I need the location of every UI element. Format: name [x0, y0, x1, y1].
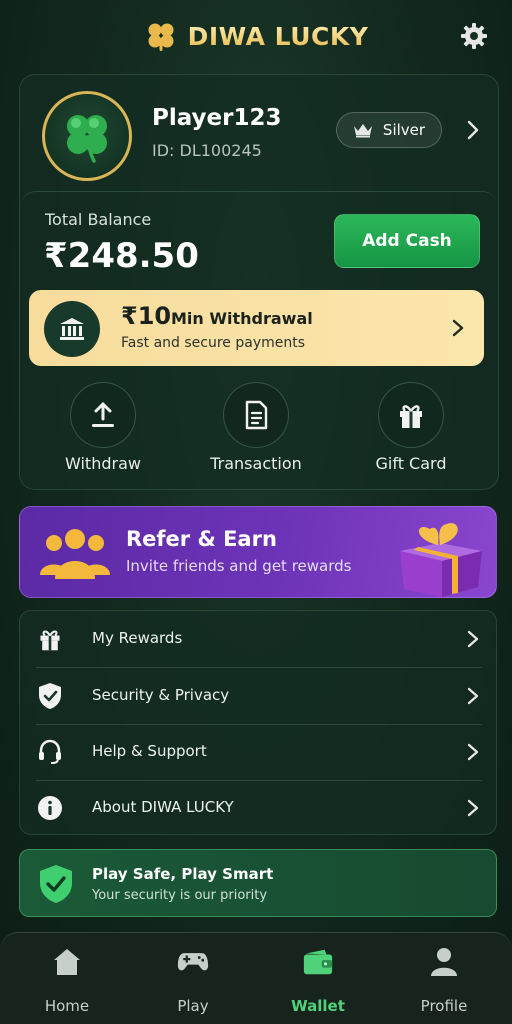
bottom-nav: Home Play Wallet Profile: [0, 932, 512, 1024]
shield-icon-wrap: [36, 682, 64, 710]
nav-label: Profile: [420, 997, 468, 1015]
info-icon: [38, 796, 62, 820]
crown-icon: [353, 124, 372, 138]
menu-label: Security & Privacy: [92, 686, 230, 704]
gift-card-label: Gift Card: [375, 454, 447, 473]
chevron-right-icon: [467, 799, 479, 817]
gift-card-icon-circle: [378, 382, 444, 448]
clover-icon: [148, 23, 174, 51]
nav-label: Home: [44, 997, 90, 1015]
refer-title: Refer & Earn: [126, 527, 277, 551]
menu-item-help-support[interactable]: Help & Support: [20, 724, 498, 780]
withdraw-icon-circle: [70, 382, 136, 448]
shield-check-icon: [39, 683, 61, 709]
app-title: DIWA LUCKY: [187, 21, 369, 51]
min-withdrawal-title: Min Withdrawal: [171, 309, 313, 328]
gift-icon: [40, 630, 60, 651]
chevron-right-icon: [467, 743, 479, 761]
menu-label: About DIWA LUCKY: [92, 798, 234, 816]
app-header: DIWA LUCKY: [0, 0, 512, 72]
gift-box-icon: [400, 523, 482, 597]
people-icon: [40, 529, 110, 579]
min-withdrawal-subtitle: Fast and secure payments: [121, 335, 306, 351]
refer-earn-banner[interactable]: Refer & Earn Invite friends and get rewa…: [19, 506, 497, 598]
transaction-label: Transaction: [210, 454, 302, 473]
user-icon-wrap: [428, 945, 460, 979]
info-icon-wrap: [36, 794, 64, 822]
settings-button[interactable]: [458, 20, 490, 52]
gamepad-icon-wrap: [177, 945, 209, 979]
withdraw-label: Withdraw: [65, 454, 141, 473]
document-icon: [245, 400, 268, 430]
min-withdrawal-amount: ₹10: [121, 302, 172, 330]
nav-label: Play: [177, 997, 209, 1015]
clover-icon: [67, 115, 107, 163]
avatar[interactable]: [42, 91, 132, 181]
gear-icon: [461, 23, 487, 49]
menu-label: My Rewards: [92, 629, 183, 647]
headset-icon: [39, 739, 61, 764]
home-icon-wrap: [51, 945, 83, 979]
bank-icon-badge: [44, 301, 100, 357]
chevron-right-icon[interactable]: [464, 119, 482, 141]
shield-check-icon: [40, 865, 72, 903]
min-withdrawal-banner[interactable]: ₹10 Min Withdrawal Fast and secure payme…: [29, 290, 484, 366]
play-safe-banner: Play Safe, Play Smart Your security is o…: [19, 849, 497, 917]
transaction-action[interactable]: Transaction: [196, 382, 316, 478]
refer-subtitle: Invite friends and get rewards: [126, 557, 352, 575]
user-icon: [431, 948, 457, 976]
tier-label: Silver: [382, 121, 426, 139]
play-safe-title: Play Safe, Play Smart: [92, 865, 274, 883]
chevron-right-icon: [467, 687, 479, 705]
menu-item-about[interactable]: About DIWA LUCKY: [20, 780, 498, 836]
player-name: Player123: [152, 105, 282, 131]
wallet-icon-wrap: [302, 945, 334, 979]
bank-icon: [60, 318, 84, 340]
menu-label: Help & Support: [92, 742, 207, 760]
tier-badge[interactable]: Silver: [336, 112, 442, 148]
chevron-right-icon: [452, 319, 464, 337]
add-cash-button[interactable]: Add Cash: [334, 214, 480, 268]
home-icon: [54, 949, 80, 975]
nav-wallet[interactable]: Wallet: [268, 945, 368, 1015]
nav-home[interactable]: Home: [17, 945, 117, 1015]
withdraw-action[interactable]: Withdraw: [43, 382, 163, 478]
nav-label: Wallet: [291, 997, 345, 1015]
settings-menu: My Rewards Security & Privacy Help & Sup…: [19, 610, 497, 835]
player-id: ID: DL100245: [152, 141, 262, 160]
gift-icon-wrap: [36, 625, 64, 653]
brand: DIWA LUCKY: [144, 19, 369, 53]
gamepad-icon: [177, 953, 209, 971]
nav-profile[interactable]: Profile: [394, 945, 494, 1015]
gift-card-action[interactable]: Gift Card: [351, 382, 471, 478]
balance-label: Total Balance: [45, 210, 152, 229]
gift-icon: [400, 405, 422, 428]
play-safe-subtitle: Your security is our priority: [92, 888, 268, 903]
headset-icon-wrap: [36, 738, 64, 766]
wallet-icon: [303, 949, 333, 975]
upload-icon: [92, 402, 114, 427]
balance-amount: ₹248.50: [44, 236, 199, 276]
nav-play[interactable]: Play: [143, 945, 243, 1015]
transaction-icon-circle: [223, 382, 289, 448]
menu-item-my-rewards[interactable]: My Rewards: [20, 611, 498, 667]
menu-item-security-privacy[interactable]: Security & Privacy: [20, 668, 498, 724]
chevron-right-icon: [467, 630, 479, 648]
